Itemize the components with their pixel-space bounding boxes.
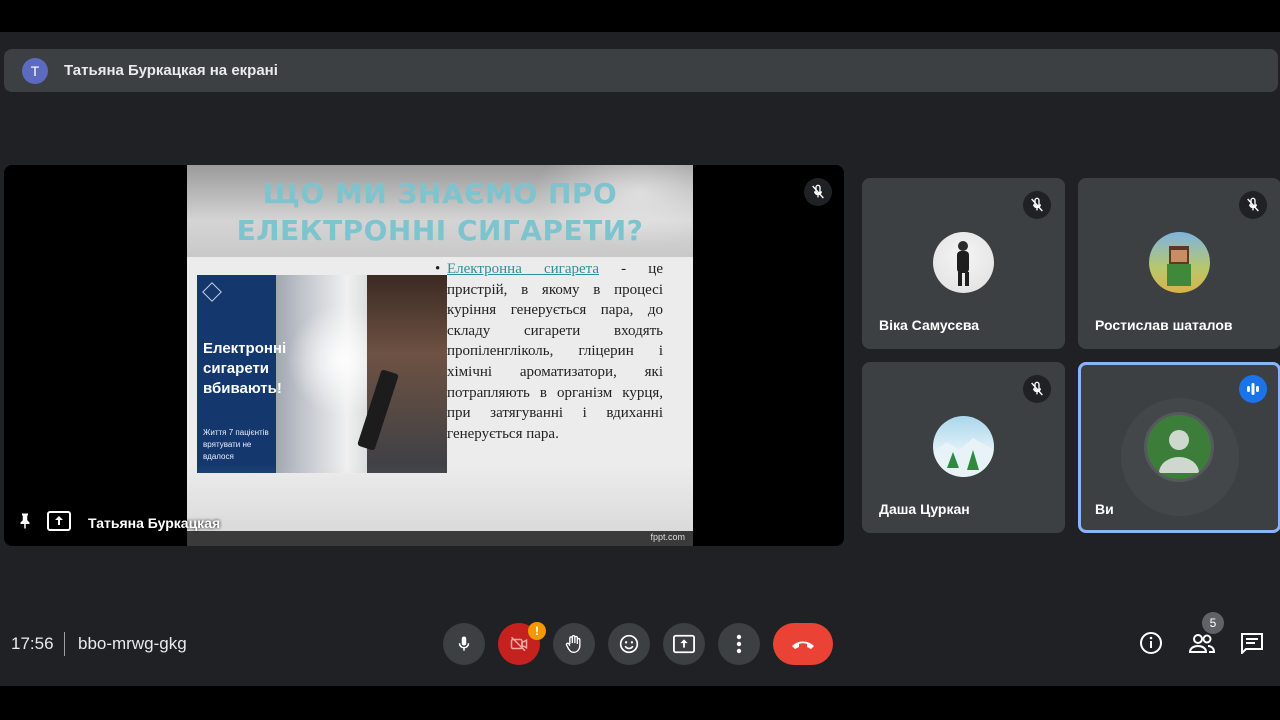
bullet-link: Електронна сигарета	[447, 261, 600, 277]
mic-off-icon	[1239, 191, 1267, 219]
participant-tile[interactable]: Ростислав шаталов	[1078, 178, 1280, 349]
bullet-body: - це пристрій, в якому в процесі куріння…	[447, 261, 663, 442]
bullet-icon: •	[435, 261, 441, 277]
chat-icon	[1241, 633, 1263, 654]
mic-off-icon	[1023, 375, 1051, 403]
chat-button[interactable]	[1237, 628, 1267, 658]
people-count-badge: 5	[1202, 612, 1224, 634]
camera-alert-badge: !	[528, 622, 546, 640]
mic-off-icon	[804, 178, 832, 206]
avatar	[933, 416, 994, 477]
hand-icon	[565, 635, 581, 654]
reactions-button[interactable]	[608, 623, 650, 665]
info-icon	[1140, 632, 1162, 654]
meeting-clock: 17:56	[11, 634, 54, 653]
image-headline: Електронні сигарети вбивають!	[203, 340, 287, 397]
leave-call-button[interactable]	[773, 623, 833, 665]
slide-footer-text: fppt.com	[650, 532, 685, 542]
image-subtext: Життя 7 пацієнтів врятувати не вдалося	[203, 428, 269, 461]
presentation-slide: ЩО МИ ЗНАЄМО ПРО ЕЛЕКТРОННІ СИГАРЕТИ? Ел…	[187, 165, 693, 546]
microphone-button[interactable]	[443, 623, 485, 665]
presenting-banner: T Татьяна Буркацкая на екрані	[4, 49, 1278, 92]
pin-icon[interactable]	[14, 510, 36, 532]
speaking-indicator-icon	[1239, 375, 1267, 403]
more-vert-icon	[736, 634, 742, 654]
more-options-button[interactable]	[718, 623, 760, 665]
slide-footer: fppt.com	[187, 531, 693, 546]
presenter-avatar: T	[22, 57, 48, 84]
raise-hand-button[interactable]	[553, 623, 595, 665]
microphone-icon	[458, 636, 470, 651]
avatar	[933, 232, 994, 293]
participant-name: Ви	[1095, 501, 1114, 517]
emoji-icon	[619, 634, 639, 654]
people-icon	[1189, 634, 1215, 653]
ministry-logo-icon	[202, 282, 222, 302]
avatar	[1144, 412, 1214, 482]
slide-bullet-text: • Електронна сигарета - це пристрій, в як…	[435, 259, 663, 444]
present-now-button[interactable]	[663, 623, 705, 665]
slide-image: Електронні сигарети вбивають! Життя 7 па…	[197, 275, 447, 473]
avatar	[1149, 232, 1210, 293]
mic-off-icon	[1023, 191, 1051, 219]
meet-window: T Татьяна Буркацкая на екрані ЩО МИ ЗНАЄ…	[0, 32, 1280, 686]
participant-name: Віка Самусєва	[879, 317, 980, 333]
divider	[64, 632, 65, 656]
present-screen-icon	[673, 634, 695, 654]
presentation-tile[interactable]: ЩО МИ ЗНАЄМО ПРО ЕЛЕКТРОННІ СИГАРЕТИ? Ел…	[4, 165, 844, 546]
hang-up-icon	[792, 641, 814, 649]
participant-tile[interactable]: Віка Самусєва	[862, 178, 1065, 349]
camera-off-icon	[510, 636, 528, 652]
participant-name: Ростислав шаталов	[1095, 317, 1233, 333]
presenting-banner-text: Татьяна Буркацкая на екрані	[64, 62, 278, 79]
slide-title: ЩО МИ ЗНАЄМО ПРО ЕЛЕКТРОННІ СИГАРЕТИ?	[236, 177, 644, 247]
presenter-name-label: Татьяна Буркацкая	[88, 515, 221, 531]
participant-name: Даша Цуркан	[879, 501, 970, 517]
meeting-code[interactable]: bbo-mrwg-gkg	[78, 634, 187, 654]
image-text-panel: Електронні сигарети вбивають! Життя 7 па…	[197, 275, 287, 473]
meeting-details-button[interactable]	[1136, 628, 1166, 658]
participant-tile[interactable]: Даша Цуркан	[862, 362, 1065, 533]
present-screen-icon	[46, 510, 72, 532]
self-tile[interactable]: Ви	[1078, 362, 1280, 533]
